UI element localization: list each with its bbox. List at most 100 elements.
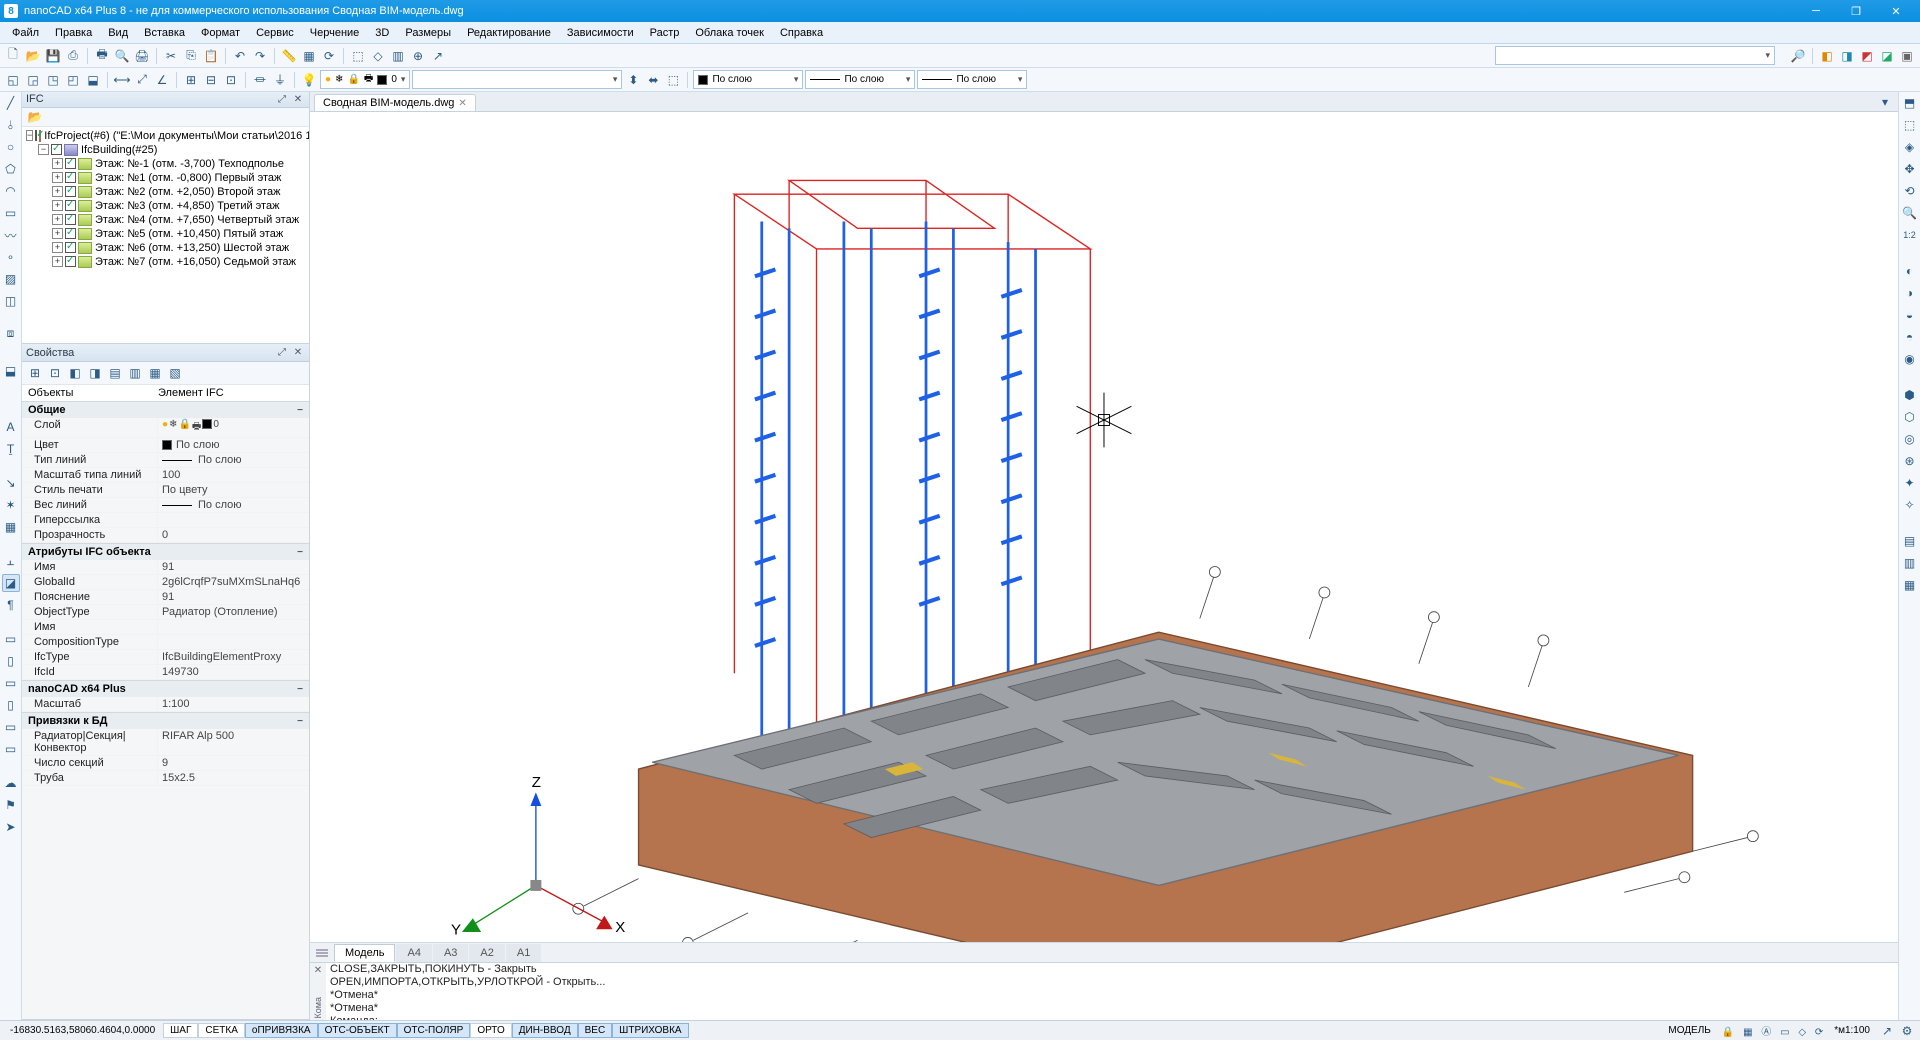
- cmd-close-icon[interactable]: ✕: [314, 965, 322, 976]
- prop-row[interactable]: Стиль печатиПо цвету: [22, 483, 309, 498]
- prop-tool7-icon[interactable]: ▦: [146, 364, 164, 382]
- ext4-icon[interactable]: ◪: [1878, 47, 1896, 65]
- dim3-icon[interactable]: ∠: [153, 71, 171, 89]
- hatch-icon[interactable]: ▨: [2, 270, 20, 288]
- status-toggle-отс-объект[interactable]: ОТС-ОБЪЕКТ: [318, 1023, 397, 1038]
- sel5-icon[interactable]: ⬓: [84, 71, 102, 89]
- properties-icon[interactable]: ◪: [2, 574, 20, 592]
- plot-icon[interactable]: 🖨: [133, 47, 151, 65]
- rop8-icon[interactable]: ◎: [1901, 430, 1919, 448]
- wipeout-icon[interactable]: ✶: [2, 496, 20, 514]
- menu-file[interactable]: Файл: [4, 25, 47, 41]
- tree-row-project[interactable]: − IfcProject(#6) ("E:\Мои документы\Мои …: [24, 129, 309, 143]
- prop-tool6-icon[interactable]: ▥: [126, 364, 144, 382]
- menu-view[interactable]: Вид: [100, 25, 136, 41]
- prop-row[interactable]: ObjectTypeРадиатор (Отопление): [22, 605, 309, 620]
- text-single-icon[interactable]: Ṯ: [2, 440, 20, 458]
- grid-icon[interactable]: ▥: [389, 47, 407, 65]
- prop-row[interactable]: Прозрачность0: [22, 528, 309, 543]
- tab-close-icon[interactable]: ✕: [458, 98, 466, 109]
- dim2-icon[interactable]: ⤢: [133, 71, 151, 89]
- tree-row-storey[interactable]: +Этаж: №3 (отм. +4,850) Третий этаж: [24, 199, 309, 213]
- prop-row[interactable]: Вес линийПо слою: [22, 498, 309, 513]
- sel1-icon[interactable]: ◱: [4, 71, 22, 89]
- prop-category[interactable]: Атрибуты IFC объекта−: [22, 543, 309, 560]
- cloud-icon[interactable]: ☁: [2, 774, 20, 792]
- constr2-icon[interactable]: ⏚: [271, 71, 289, 89]
- prop-row[interactable]: Масштаб типа линий100: [22, 468, 309, 483]
- status-toggle-штриховка[interactable]: ШТРИХОВКА: [612, 1023, 688, 1038]
- menu-pointcloud[interactable]: Облака точек: [687, 25, 772, 41]
- tree-row-storey[interactable]: +Этаж: №2 (отм. +2,050) Второй этаж: [24, 185, 309, 199]
- redo-icon[interactable]: ↷: [251, 47, 269, 65]
- block-insert-icon[interactable]: ⧈: [2, 324, 20, 342]
- rop12-icon[interactable]: ▤: [1901, 532, 1919, 550]
- status-toggle-дин-ввод[interactable]: ДИН-ВВОД: [512, 1023, 578, 1038]
- rop2-icon[interactable]: ◑: [1901, 284, 1919, 302]
- prop-row[interactable]: IfcTypeIfcBuildingElementProxy: [22, 650, 309, 665]
- linetype-combo[interactable]: По слою▾: [805, 70, 915, 89]
- open-icon[interactable]: 📂: [24, 47, 42, 65]
- rop13-icon[interactable]: ▥: [1901, 554, 1919, 572]
- prop-row[interactable]: Тип линийПо слою: [22, 453, 309, 468]
- polygon-tool-icon[interactable]: ⬠: [2, 160, 20, 178]
- checkbox-icon[interactable]: [65, 186, 76, 197]
- status-toggle-сетка[interactable]: СЕТКА: [198, 1023, 245, 1038]
- rop14-icon[interactable]: ▦: [1901, 576, 1919, 594]
- ext1-icon[interactable]: ◧: [1818, 47, 1836, 65]
- status-snap-icon[interactable]: ▭: [1780, 1027, 1789, 1038]
- preview-icon[interactable]: 🔍: [113, 47, 131, 65]
- rop3-icon[interactable]: ◒: [1901, 306, 1919, 324]
- command-line[interactable]: ✕ Кома CLOSE,ЗАКРЫТЬ,ПОКИНУТЬ - Закрыть …: [310, 962, 1898, 1020]
- checkbox-icon[interactable]: [65, 228, 76, 239]
- status-anno-icon[interactable]: Ⓐ: [1761, 1027, 1771, 1038]
- rop9-icon[interactable]: ⊛: [1901, 452, 1919, 470]
- drawing-canvas[interactable]: Z X Y: [310, 112, 1898, 942]
- checkbox-icon[interactable]: [65, 172, 76, 183]
- status-out-icon[interactable]: ↗: [1878, 1022, 1896, 1040]
- checkbox-icon[interactable]: [65, 214, 76, 225]
- region-icon[interactable]: ◫: [2, 292, 20, 310]
- status-toggle-орто[interactable]: ОРТО: [470, 1023, 511, 1038]
- close-button[interactable]: ✕: [1876, 0, 1916, 22]
- print-icon[interactable]: 🖶: [93, 47, 111, 65]
- table-icon[interactable]: ▦: [2, 518, 20, 536]
- checkbox-icon[interactable]: [65, 242, 76, 253]
- new-icon[interactable]: 🗋: [4, 47, 22, 65]
- sel4-icon[interactable]: ◰: [64, 71, 82, 89]
- view-ratio[interactable]: 1:2: [1901, 226, 1919, 244]
- tree-row-storey[interactable]: +Этаж: №-1 (отм. -3,700) Техподполье: [24, 157, 309, 171]
- prop-category[interactable]: nanoCAD x64 Plus−: [22, 680, 309, 697]
- view-cube-icon[interactable]: ⬚: [1901, 116, 1919, 134]
- block1-icon[interactable]: ⊞: [182, 71, 200, 89]
- menu-service[interactable]: Сервис: [248, 25, 302, 41]
- prop-tool1-icon[interactable]: ⊞: [26, 364, 44, 382]
- group5-icon[interactable]: ▭: [2, 718, 20, 736]
- layout-tab-a4[interactable]: A4: [396, 944, 431, 962]
- lineweight-combo[interactable]: По слою▾: [917, 70, 1027, 89]
- menu-help[interactable]: Справка: [772, 25, 831, 41]
- status-iso-icon[interactable]: ◇: [1798, 1027, 1806, 1038]
- tree-row-storey[interactable]: +Этаж: №1 (отм. -0,800) Первый этаж: [24, 171, 309, 185]
- view-top-icon[interactable]: ⬒: [1901, 94, 1919, 112]
- status-scale[interactable]: *м1:100: [1828, 1024, 1876, 1037]
- rop4-icon[interactable]: ◓: [1901, 328, 1919, 346]
- prop-category[interactable]: Привязки к БД−: [22, 712, 309, 729]
- maximize-button[interactable]: ❐: [1836, 0, 1876, 22]
- measure-icon[interactable]: 📏: [280, 47, 298, 65]
- prop-row[interactable]: Радиатор|Секция|КонвекторRIFAR Alp 500: [22, 729, 309, 756]
- layer-tool3-icon[interactable]: ⬚: [664, 71, 682, 89]
- point-tool-icon[interactable]: ∘: [2, 248, 20, 266]
- prop-row[interactable]: Число секций9: [22, 756, 309, 771]
- saveall-icon[interactable]: ⎙: [64, 47, 82, 65]
- ext2-icon[interactable]: ◨: [1838, 47, 1856, 65]
- prop-tool3-icon[interactable]: ◧: [66, 364, 84, 382]
- menu-modify[interactable]: Редактирование: [459, 25, 559, 41]
- group6-icon[interactable]: ▭: [2, 740, 20, 758]
- document-tab[interactable]: Сводная BIM-модель.dwg ✕: [314, 94, 476, 111]
- sel2-icon[interactable]: ◲: [24, 71, 42, 89]
- constr1-icon[interactable]: ⏛: [251, 71, 269, 89]
- prop-tool8-icon[interactable]: ▧: [166, 364, 184, 382]
- layout-tab-a2[interactable]: A2: [469, 944, 504, 962]
- paste-icon[interactable]: 📋: [202, 47, 220, 65]
